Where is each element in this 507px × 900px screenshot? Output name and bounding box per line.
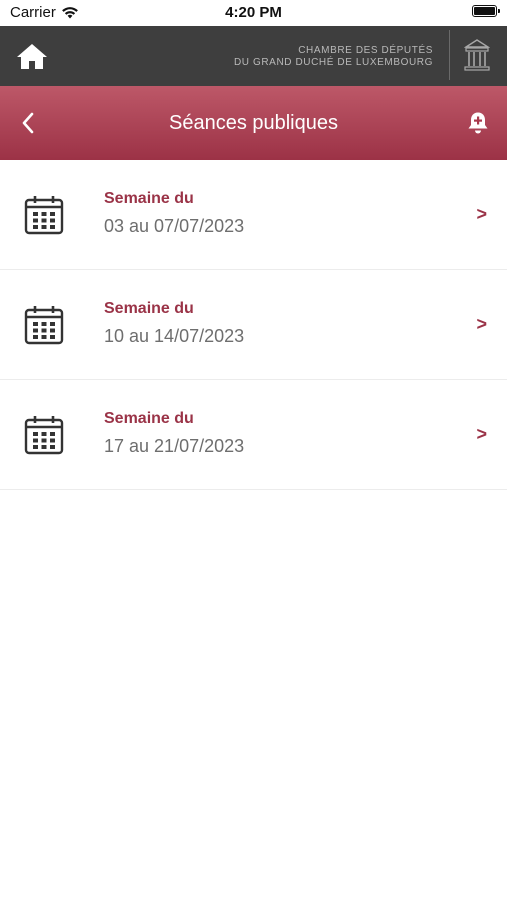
calendar-icon xyxy=(24,195,64,240)
page-title: Séances publiques xyxy=(168,112,338,134)
list-item-week-3[interactable]: Semaine du 17 au 21/07/2023 > xyxy=(0,380,507,490)
week-label: Semaine du xyxy=(104,190,194,207)
list-item-week-2[interactable]: Semaine du 10 au 14/07/2023 > xyxy=(0,270,507,380)
calendar-icon xyxy=(24,305,64,350)
battery-icon xyxy=(472,5,500,17)
home-button[interactable] xyxy=(14,39,50,73)
clock: 4:20 PM xyxy=(225,4,282,21)
week-text: Semaine du 17 au 21/07/2023 xyxy=(104,410,244,457)
brand-line-2: DU GRAND DUCHÉ DE LUXEMBOURG xyxy=(233,57,433,68)
week-label: Semaine du xyxy=(104,410,194,427)
chamber-building-icon xyxy=(463,38,491,77)
week-text: Semaine du 03 au 07/07/2023 xyxy=(104,190,244,237)
list-item-week-1[interactable]: Semaine du 03 au 07/07/2023 > xyxy=(0,160,507,270)
bell-plus-icon xyxy=(468,112,488,134)
week-range: 17 au 21/07/2023 xyxy=(104,436,245,456)
week-label: Semaine du xyxy=(104,300,194,317)
status-bar: Carrier 4:20 PM xyxy=(0,0,507,26)
week-list: Semaine du 03 au 07/07/2023 > Semaine du… xyxy=(0,160,507,490)
navigation-bar: Séances publiques xyxy=(0,86,507,160)
chevron-right-icon: > xyxy=(476,314,487,334)
brand-text: CHAMBRE DES DÉPUTÉS DU GRAND DUCHÉ DE LU… xyxy=(234,45,433,69)
calendar-icon xyxy=(24,415,64,460)
app-header: CHAMBRE DES DÉPUTÉS DU GRAND DUCHÉ DE LU… xyxy=(0,26,507,86)
week-range: 03 au 07/07/2023 xyxy=(104,216,245,236)
home-icon xyxy=(17,44,47,69)
notification-button[interactable] xyxy=(465,110,491,136)
chevron-right-icon: > xyxy=(476,204,487,224)
week-text: Semaine du 10 au 14/07/2023 xyxy=(104,300,244,347)
chevron-right-icon: > xyxy=(476,424,487,444)
week-range: 10 au 14/07/2023 xyxy=(104,326,245,346)
brand-divider xyxy=(449,30,450,80)
brand-line-1: CHAMBRE DES DÉPUTÉS xyxy=(298,45,433,56)
